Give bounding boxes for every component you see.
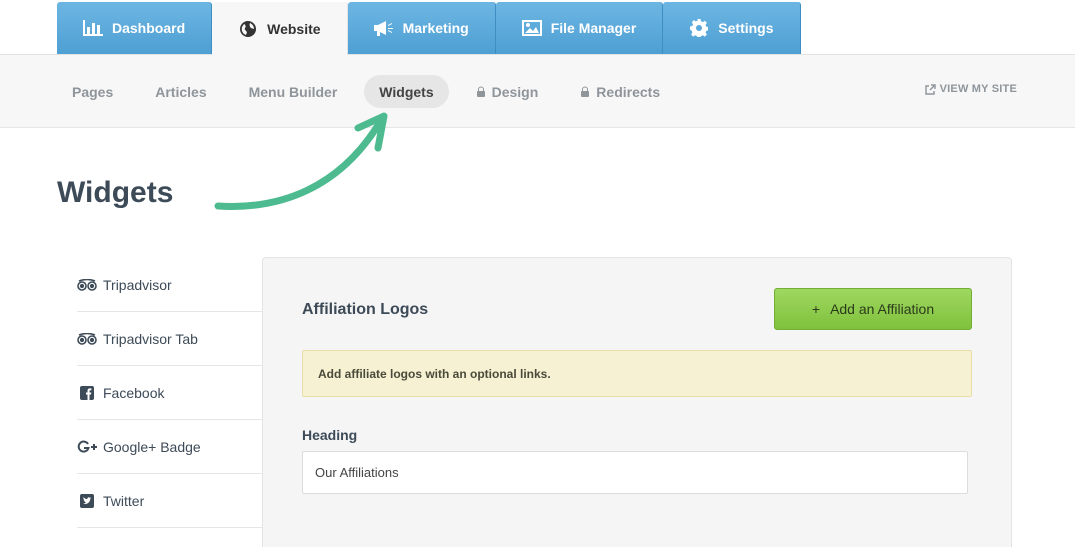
subnav-item-widgets[interactable]: Widgets (364, 75, 449, 108)
globe-icon (237, 20, 259, 38)
tab-label: Marketing (402, 20, 469, 36)
widget-sidebar: Tripadvisor Tripadvisor Tab Facebook Goo… (77, 258, 263, 528)
top-tabs: Dashboard Website Marketing File Manager (57, 2, 801, 55)
annotation-arrow-icon (214, 112, 388, 210)
tab-label: Website (267, 20, 321, 37)
twitter-icon (77, 493, 97, 508)
image-icon (521, 19, 543, 37)
subnav-item-label: Redirects (596, 83, 661, 100)
heading-input[interactable] (302, 451, 968, 494)
add-affiliation-button[interactable]: + Add an Affiliation (774, 288, 972, 330)
subnav-item-label: Design (491, 83, 539, 100)
tab-label: Dashboard (112, 20, 186, 36)
heading-label: Heading (302, 427, 358, 443)
lock-icon (476, 84, 486, 100)
sidebar-item-tripadvisor[interactable]: Tripadvisor (77, 258, 263, 312)
add-affiliation-label: Add an Affiliation (830, 301, 935, 317)
panel-title: Affiliation Logos (302, 301, 429, 318)
tab-marketing[interactable]: Marketing (347, 2, 496, 54)
plus-icon: + (811, 301, 821, 317)
sidebar-item-label: Twitter (103, 492, 145, 509)
subnav-item-menu-builder[interactable]: Menu Builder (234, 75, 353, 108)
info-notice: Add affiliate logos with an optional lin… (302, 350, 972, 397)
sidebar-item-label: Google+ Badge (103, 438, 201, 455)
sidebar-item-tripadvisor-tab[interactable]: Tripadvisor Tab (77, 312, 263, 366)
sidebar-item-label: Tripadvisor (103, 276, 172, 293)
subnav-item-articles[interactable]: Articles (140, 75, 221, 108)
bar-chart-icon (82, 19, 104, 37)
sidebar-item-label: Facebook (103, 384, 165, 401)
tab-label: File Manager (550, 20, 637, 36)
sidebar-item-facebook[interactable]: Facebook (77, 366, 263, 420)
view-my-site-label: VIEW MY SITE (939, 83, 1017, 95)
top-navigation: Dashboard Website Marketing File Manager (0, 0, 1075, 55)
facebook-icon (77, 385, 97, 400)
subnav-item-design[interactable]: Design (461, 75, 554, 108)
page: Dashboard Website Marketing File Manager (0, 0, 1075, 547)
external-link-icon (924, 83, 936, 95)
lock-icon (580, 84, 590, 100)
tripadvisor-icon (77, 278, 97, 292)
view-my-site-link[interactable]: VIEW MY SITE (924, 83, 1017, 95)
subnav-item-redirects[interactable]: Redirects (565, 75, 675, 108)
tab-file-manager[interactable]: File Manager (495, 2, 664, 54)
gear-icon (688, 19, 710, 37)
sidebar-item-google-plus-badge[interactable]: Google+ Badge (77, 420, 263, 474)
sidebar-item-twitter[interactable]: Twitter (77, 474, 263, 528)
subnav-item-pages[interactable]: Pages (57, 75, 128, 108)
tripadvisor-icon (77, 332, 97, 346)
tab-website[interactable]: Website (212, 2, 348, 55)
tab-dashboard[interactable]: Dashboard (57, 2, 213, 54)
subnav-items: Pages Articles Menu Builder Widgets Desi… (57, 75, 687, 108)
page-title: Widgets (57, 176, 174, 209)
sidebar-item-label: Tripadvisor Tab (103, 330, 198, 347)
google-plus-icon (77, 440, 97, 454)
tab-settings[interactable]: Settings (663, 2, 801, 54)
widget-panel: Affiliation Logos + Add an Affiliation A… (262, 257, 1012, 547)
tab-label: Settings (718, 20, 774, 36)
megaphone-icon (373, 19, 395, 37)
sub-navigation: Pages Articles Menu Builder Widgets Desi… (0, 55, 1075, 128)
